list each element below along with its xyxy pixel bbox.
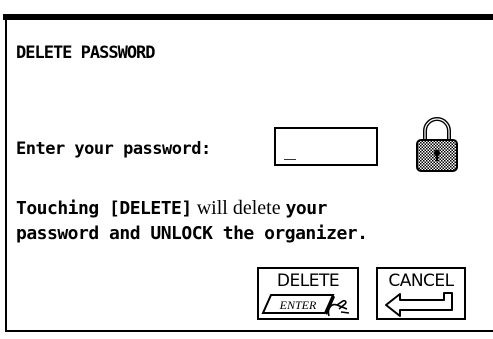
delete-password-screen: DELETE PASSWORD Enter your password: _ T…: [0, 0, 493, 339]
warning-part-4: password and UNLOCK the organizer.: [16, 223, 368, 244]
padlock-icon: [416, 117, 458, 172]
password-prompt-label: Enter your password:: [16, 139, 211, 159]
delete-button[interactable]: DELETE ENTER: [257, 267, 359, 320]
enter-key-label: ENTER: [279, 298, 317, 312]
warning-part-2: will delete: [191, 197, 286, 219]
warning-part-3: your: [285, 198, 328, 219]
dialog-title: DELETE PASSWORD: [16, 43, 156, 63]
warning-part-1: Touching [DELETE]: [16, 198, 192, 219]
left-border: [5, 14, 7, 332]
return-arrow-icon: [385, 292, 453, 317]
password-input[interactable]: _: [274, 127, 378, 166]
bottom-border: [5, 330, 493, 332]
top-border: [3, 14, 493, 20]
delete-warning-text: Touching [DELETE] will delete your passw…: [16, 196, 486, 246]
cancel-button[interactable]: CANCEL: [376, 267, 466, 320]
enter-key-icon: ENTER: [261, 294, 350, 317]
password-value: _: [284, 136, 297, 160]
